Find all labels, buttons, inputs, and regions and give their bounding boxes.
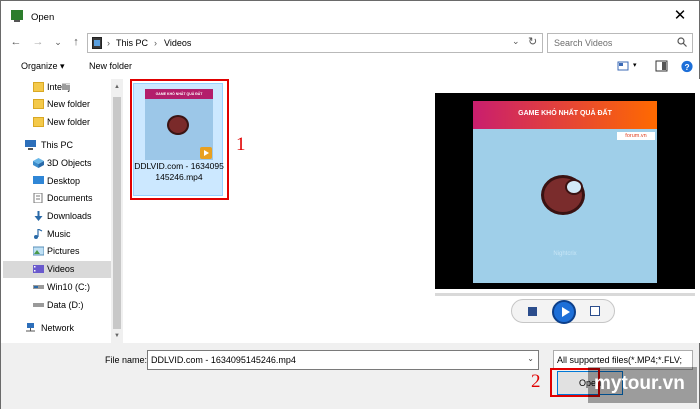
address-dropdown-icon[interactable]: ⌄ [512,36,520,47]
organize-button[interactable]: Organize ▾ [21,61,65,72]
breadcrumb-separator: › [107,38,110,48]
download-icon [34,211,43,221]
video-preview: GAME KHÓ NHẤT QUẢ ĐẤT forum.vn Nightcrix [435,93,695,289]
drive-icon [33,303,44,307]
recent-locations-icon[interactable]: ⌄ [51,34,65,50]
sidebar-item-new-folder[interactable]: New folder [3,114,111,131]
play-icon[interactable] [552,300,576,324]
sidebar-item-intellij[interactable]: Intellij [3,79,111,96]
window-title: Open [31,12,55,23]
document-icon [33,193,43,203]
forward-icon[interactable]: → [31,34,45,50]
folder-icon [33,99,44,109]
sidebar-item-label: Music [47,229,71,239]
sidebar-scrollbar[interactable]: ▲ ▼ [111,79,123,343]
music-icon [34,229,43,239]
sidebar-item-3d-objects[interactable]: 3D Objects [3,155,111,172]
sidebar-item-music[interactable]: Music [3,226,111,243]
this-pc-icon [92,37,102,49]
new-folder-button[interactable]: New folder [89,61,132,71]
picture-icon [33,246,44,256]
title-bar: Open ✕ [1,1,699,31]
command-bar: Organize ▾ New folder ▾ ? [1,55,699,79]
sidebar-item-label: Data (D:) [47,300,84,310]
sidebar-item-downloads[interactable]: Downloads [3,208,111,225]
navigation-bar: ← → ⌄ ↑ › This PC › Videos ⌄ ↻ Search Vi… [1,31,699,55]
annotation-step-1: 1 [236,134,246,155]
media-controls [511,299,615,324]
stop-icon[interactable] [528,307,537,316]
scrollbar-thumb[interactable] [113,97,121,329]
open-player-icon[interactable] [590,306,600,316]
help-icon[interactable]: ? [680,60,694,73]
desktop-icon [33,176,44,184]
forum-badge: forum.vn [617,132,655,140]
seek-bar[interactable] [435,293,695,296]
sidebar-item-network[interactable]: Network [3,320,111,337]
sidebar-item-label: New folder [47,117,91,127]
mytour-logo: mytour.vn [588,367,697,403]
up-icon[interactable]: ↑ [69,34,83,50]
folder-icon [33,117,44,127]
robot-graphic [535,169,593,221]
video-icon [33,265,44,273]
sidebar-item-label: Desktop [47,176,81,186]
sidebar-item-label: Intellij [47,82,71,92]
network-icon [26,323,35,332]
folder-icon [33,82,44,92]
refresh-icon[interactable]: ↻ [528,35,537,48]
view-options-icon[interactable] [617,60,631,73]
sidebar-item-label: Downloads [47,211,92,221]
sidebar-item-documents[interactable]: Documents [3,190,111,207]
sidebar-item-pictures[interactable]: Pictures [3,243,111,260]
annotation-step-2: 2 [531,371,541,392]
preview-pane: GAME KHÓ NHẤT QUẢ ĐẤT forum.vn Nightcrix [425,79,700,343]
sidebar-item-data-d[interactable]: Data (D:) [3,297,111,314]
sidebar-item-label: New folder [47,99,91,109]
drive-icon [33,285,44,289]
video-title: GAME KHÓ NHẤT QUẢ ĐẤT [518,110,612,117]
sidebar-item-desktop[interactable]: Desktop [3,173,111,190]
file-name-value: DDLVID.com - 1634095145246.mp4 [151,355,296,365]
app-icon [11,10,23,22]
scroll-up-icon[interactable]: ▲ [111,81,123,93]
cube-icon [33,158,44,168]
video-watermark: Nightcrix [553,251,577,257]
video-frame: GAME KHÓ NHẤT QUẢ ĐẤT forum.vn Nightcrix [473,101,657,283]
file-name-label: File name: [105,355,148,365]
sidebar-item-new-folder[interactable]: New folder [3,96,111,113]
sidebar-item-label: Documents [47,193,93,203]
preview-pane-icon[interactable] [655,60,669,73]
breadcrumb-videos[interactable]: Videos [164,38,191,48]
sidebar-item-win10-c[interactable]: Win10 (C:) [3,279,111,296]
breadcrumb-separator: › [154,38,157,48]
sidebar-item-label: 3D Objects [47,158,92,168]
file-type-value: All supported files(*.MP4;*.FLV; [557,355,683,365]
address-bar[interactable]: › This PC › Videos ⌄ ↻ [87,33,543,53]
back-icon[interactable]: ← [9,34,23,50]
sidebar-item-videos[interactable]: Videos [3,261,111,278]
scroll-down-icon[interactable]: ▼ [111,330,123,342]
annotation-box-1 [130,79,229,200]
file-name-dropdown-icon[interactable]: ⌄ [527,354,534,363]
open-dialog: Open ✕ ← → ⌄ ↑ › This PC › Videos ⌄ ↻ Se… [0,0,700,409]
search-icon [677,37,687,47]
view-dropdown-icon[interactable]: ▾ [633,61,637,69]
search-placeholder: Search Videos [554,38,613,48]
file-name-input[interactable]: DDLVID.com - 1634095145246.mp4 ⌄ [147,350,539,370]
sidebar-item-label: Videos [47,264,75,274]
navigation-pane[interactable]: Intellij New folder New folder This PC 3… [3,79,125,343]
close-icon[interactable]: ✕ [669,6,691,26]
breadcrumb-this-pc[interactable]: This PC [116,38,148,48]
sidebar-item-label: Network [41,323,75,333]
sidebar-item-this-pc[interactable]: This PC [3,137,111,154]
svg-text:?: ? [684,62,689,72]
sidebar-item-label: Pictures [47,246,80,256]
computer-icon [25,140,36,150]
sidebar-item-label: This PC [41,140,74,150]
search-input[interactable]: Search Videos [547,33,693,53]
robot-window [565,179,583,195]
sidebar-item-label: Win10 (C:) [47,282,91,292]
